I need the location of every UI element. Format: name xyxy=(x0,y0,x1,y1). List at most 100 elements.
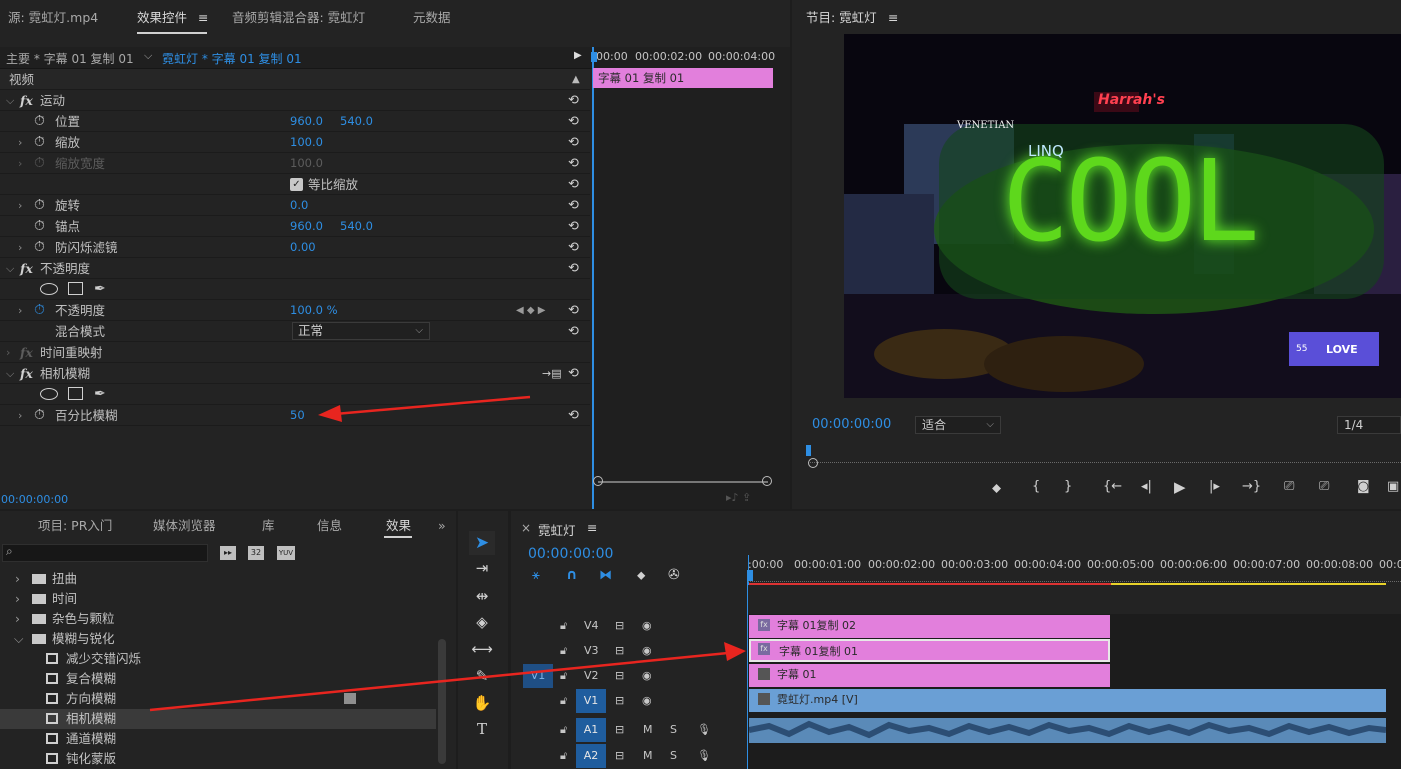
eye-icon[interactable]: ◉ xyxy=(642,639,652,663)
tab-project[interactable]: 项目: PR入门 xyxy=(38,511,112,541)
pen-mask-icon[interactable]: ✒ xyxy=(94,384,106,405)
razor-tool-icon[interactable]: ◈ xyxy=(471,613,493,631)
chevron-down-icon[interactable]: ⌵ xyxy=(6,90,14,111)
sync-lock-icon[interactable]: ⊟ xyxy=(615,664,624,688)
scale-value[interactable]: 100.0 xyxy=(290,132,323,153)
folder-distort[interactable]: › 扭曲 xyxy=(0,569,436,589)
program-playhead[interactable] xyxy=(806,445,811,456)
effects-scrollbar[interactable] xyxy=(438,639,446,764)
effect-reduce-interlace-flicker[interactable]: 减少交错闪烁 xyxy=(0,649,436,669)
nest-toggle-icon[interactable]: ⚹ xyxy=(532,568,540,583)
play-only-clip-icon[interactable]: ▶ xyxy=(574,50,582,61)
reset-icon[interactable]: ⟲ xyxy=(568,216,579,237)
reset-icon[interactable]: ⟲ xyxy=(568,363,579,384)
add-marker-icon[interactable]: ⬥ xyxy=(992,481,1001,496)
position-x-value[interactable]: 960.0 xyxy=(290,111,323,132)
folder-noise-grain[interactable]: › 杂色与颗粒 xyxy=(0,609,436,629)
sync-lock-icon[interactable]: ⊟ xyxy=(615,718,624,742)
track-v2[interactable]: V1 🔓︎ V2 ⊟ ◉ xyxy=(511,664,747,688)
step-back-icon[interactable]: ◂| xyxy=(1141,479,1152,494)
rotation-value[interactable]: 0.0 xyxy=(290,195,308,216)
clip-title-copy-02[interactable]: fx 字幕 01复制 02 xyxy=(749,615,1110,638)
opacity-value[interactable]: 100.0 % xyxy=(290,300,338,321)
reset-icon[interactable]: ⟲ xyxy=(568,153,579,174)
chevron-down-icon[interactable]: ⌵ xyxy=(6,258,14,279)
timeline-playhead[interactable] xyxy=(747,570,753,581)
program-title[interactable]: 节目: 霓虹灯 xyxy=(806,0,877,30)
step-forward-icon[interactable]: |▸ xyxy=(1209,479,1220,494)
blend-mode-select[interactable]: 正常 ⌵ xyxy=(292,322,430,340)
snap-icon[interactable]: ∩ xyxy=(566,567,577,583)
program-scrub-bar[interactable] xyxy=(808,453,1401,463)
effect-opacity[interactable]: ⌵ fx 不透明度 ⟲ xyxy=(0,258,590,279)
effect-settings-icon[interactable]: →▤ xyxy=(542,363,562,384)
effect-camera-blur[interactable]: 相机模糊 xyxy=(0,709,436,729)
reset-icon[interactable]: ⟲ xyxy=(568,132,579,153)
chevron-down-icon[interactable]: ⌵ xyxy=(144,49,152,63)
go-to-out-icon[interactable]: →} xyxy=(1242,479,1261,494)
menu-icon[interactable]: ≡ xyxy=(198,0,208,30)
tab-media-browser[interactable]: 媒体浏览器 xyxy=(153,511,216,541)
reset-icon[interactable]: ⟲ xyxy=(568,300,579,321)
yuv-effects-icon[interactable]: YUV xyxy=(277,546,295,560)
fx-icon[interactable]: fx xyxy=(20,258,33,279)
reset-icon[interactable]: ⟲ xyxy=(568,258,579,279)
microphone-icon[interactable]: 🎙︎ xyxy=(697,718,711,742)
sync-lock-icon[interactable]: ⊟ xyxy=(615,614,624,638)
reset-icon[interactable]: ⟲ xyxy=(568,111,579,132)
effect-compound-blur[interactable]: 复合模糊 xyxy=(0,669,436,689)
chevron-down-icon[interactable]: ⌵ xyxy=(6,363,14,384)
lift-icon[interactable]: ⎚ xyxy=(1284,479,1294,494)
blur-percent-value[interactable]: 50 xyxy=(290,405,305,426)
settings-wrench-icon[interactable]: ✇ xyxy=(668,567,680,583)
type-tool-icon[interactable]: T xyxy=(471,720,493,738)
tab-libraries[interactable]: 库 xyxy=(262,511,275,541)
sync-lock-icon[interactable]: ⊟ xyxy=(615,639,624,663)
zoom-handle-left[interactable] xyxy=(593,476,603,486)
go-to-in-icon[interactable]: {← xyxy=(1103,479,1122,494)
tab-source[interactable]: 源: 霓虹灯.mp4 xyxy=(8,0,98,30)
clip-audio-a1[interactable] xyxy=(749,718,1386,743)
hand-tool-icon[interactable]: ✋ xyxy=(471,694,493,712)
accelerated-effects-icon[interactable]: ▸▸ xyxy=(220,546,236,560)
effect-directional-blur[interactable]: 方向模糊 xyxy=(0,689,436,709)
track-a1[interactable]: 🔓︎ A1 ⊟ M S 🎙︎ xyxy=(511,718,747,742)
slip-tool-icon[interactable]: ⟷ xyxy=(471,640,493,658)
anchor-x-value[interactable]: 960.0 xyxy=(290,216,323,237)
mini-playhead[interactable] xyxy=(591,52,597,62)
eye-icon[interactable]: ◉ xyxy=(642,689,652,713)
selection-tool-icon[interactable]: ➤ xyxy=(469,531,495,555)
ellipse-mask-icon[interactable] xyxy=(40,283,58,295)
tab-effect-controls[interactable]: 效果控件 xyxy=(137,0,187,30)
menu-icon[interactable]: ≡ xyxy=(587,520,597,535)
track-v3[interactable]: 🔓︎ V3 ⊟ ◉ xyxy=(511,639,747,663)
uniform-scale-checkbox[interactable]: ✓ xyxy=(290,178,303,191)
close-icon[interactable]: × xyxy=(521,521,531,535)
reset-icon[interactable]: ⟲ xyxy=(568,237,579,258)
linked-selection-icon[interactable]: ⧓ xyxy=(599,568,612,583)
camera-icon[interactable]: ◙ xyxy=(1357,479,1370,494)
zoom-handle[interactable] xyxy=(808,458,818,468)
source-patch-v1[interactable]: V1 xyxy=(523,664,553,688)
solo-button[interactable]: S xyxy=(670,718,677,742)
program-timecode[interactable]: 00:00:00:00 xyxy=(812,417,891,432)
keyframe-nav-icon[interactable]: ◀ ◆ ▶ xyxy=(516,300,545,321)
solo-button[interactable]: S xyxy=(670,744,677,768)
anchor-y-value[interactable]: 540.0 xyxy=(340,216,373,237)
tab-metadata[interactable]: 元数据 xyxy=(413,0,451,30)
sync-lock-icon[interactable]: ⊟ xyxy=(615,744,624,768)
sequence-title[interactable]: 霓虹灯 xyxy=(538,520,576,539)
collapse-icon[interactable]: ▲ xyxy=(572,69,580,90)
chevron-right-icon[interactable]: › xyxy=(6,342,10,363)
more-panels-icon[interactable]: » xyxy=(438,511,446,541)
32bit-effects-icon[interactable]: 32 xyxy=(248,546,264,560)
pen-tool-icon[interactable]: ✎ xyxy=(471,667,493,685)
effect-controls-timecode[interactable]: 00:00:00:00 xyxy=(1,493,68,506)
lock-icon[interactable]: 🔓︎ xyxy=(560,639,567,663)
lock-icon[interactable]: 🔓︎ xyxy=(560,718,567,742)
mini-clip-bar[interactable]: 字幕 01 复制 01 xyxy=(593,68,773,88)
export-icons[interactable]: ▸♪ ⇪ xyxy=(726,491,751,504)
reset-icon[interactable]: ⟲ xyxy=(568,405,579,426)
lock-icon[interactable]: 🔓︎ xyxy=(560,664,567,688)
add-marker-icon[interactable]: ⬥ xyxy=(637,568,645,583)
